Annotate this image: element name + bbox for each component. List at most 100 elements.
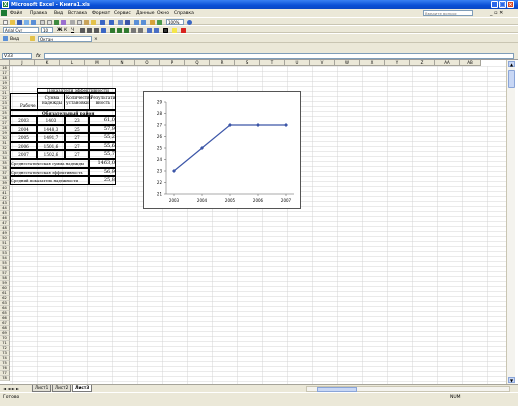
email-icon[interactable] bbox=[31, 19, 36, 25]
bold-button[interactable]: Ж bbox=[57, 28, 63, 33]
fx-icon[interactable]: fx bbox=[36, 53, 41, 59]
menu-tools[interactable]: Сервис bbox=[114, 11, 131, 16]
explorer-field[interactable]: Октан bbox=[38, 36, 92, 42]
toolbar-gap bbox=[0, 43, 518, 52]
col-year-label: Рабоче bbox=[20, 103, 36, 108]
menu-view[interactable]: Вид bbox=[54, 11, 63, 16]
format-painter-icon[interactable] bbox=[91, 19, 96, 25]
percent-icon[interactable] bbox=[117, 27, 122, 33]
line-chart[interactable]: 21 22 23 24 25 26 27 28 29 2003 2004 2005 2006 2007 bbox=[143, 91, 301, 209]
underline-button[interactable]: Ч bbox=[71, 28, 74, 33]
menu-help[interactable]: Справка bbox=[174, 11, 194, 16]
table-cell-sum: 1403 bbox=[45, 118, 57, 123]
y-tick-label: 25 bbox=[157, 146, 163, 151]
menu-format[interactable]: Формат bbox=[92, 11, 110, 16]
col-result-label: Результативность bbox=[90, 95, 116, 105]
status-bar: Готово NUM bbox=[0, 392, 518, 406]
spelling-icon[interactable] bbox=[54, 19, 59, 25]
menu-edit[interactable]: Правка bbox=[30, 11, 47, 16]
row-header[interactable]: 78 bbox=[0, 376, 10, 381]
tab-sheet3[interactable]: Лист3 bbox=[72, 385, 93, 392]
merge-center-icon[interactable] bbox=[101, 27, 106, 33]
decrease-indent-icon[interactable] bbox=[147, 27, 152, 33]
research-icon[interactable] bbox=[61, 19, 66, 25]
fill-color-icon[interactable] bbox=[172, 27, 177, 33]
status-num: NUM bbox=[450, 395, 461, 400]
currency-icon[interactable] bbox=[110, 27, 115, 33]
name-box[interactable]: V33 bbox=[2, 53, 32, 59]
hyperlink-icon[interactable] bbox=[118, 19, 123, 25]
table-cell-year: 2006 bbox=[18, 143, 29, 149]
align-right-icon[interactable] bbox=[94, 27, 99, 33]
y-tick-label: 21 bbox=[157, 192, 163, 197]
help-icon[interactable] bbox=[187, 19, 192, 25]
menu-data[interactable]: Данные bbox=[136, 11, 154, 16]
permission-icon[interactable] bbox=[24, 19, 29, 25]
y-tick-label: 23 bbox=[157, 169, 163, 174]
undo-icon[interactable] bbox=[100, 19, 105, 25]
autosum-icon[interactable] bbox=[125, 19, 130, 25]
table-cell-year: 2005 bbox=[18, 135, 29, 140]
menu-insert[interactable]: Вставка bbox=[68, 11, 87, 16]
tab-sheet2[interactable]: Лист2 bbox=[52, 385, 72, 392]
col-sum-label: Сумма надежды bbox=[41, 95, 63, 105]
comma-style-icon[interactable] bbox=[124, 27, 129, 33]
print-icon[interactable] bbox=[40, 19, 45, 25]
formula-input[interactable] bbox=[44, 53, 514, 59]
align-left-icon[interactable] bbox=[80, 27, 85, 33]
maximize-button[interactable]: □ bbox=[499, 1, 506, 8]
summary-value: 1463,0 bbox=[97, 160, 116, 166]
close-button[interactable]: × bbox=[507, 1, 514, 8]
table-cell-res: 61,0 bbox=[103, 117, 115, 123]
drawing-icon[interactable] bbox=[157, 19, 162, 25]
font-color-icon[interactable] bbox=[181, 27, 186, 33]
x-tick-label: 2005 bbox=[225, 198, 236, 203]
print-preview-icon[interactable] bbox=[47, 19, 52, 25]
workbook-icon[interactable] bbox=[1, 10, 7, 16]
chart-wizard-icon[interactable] bbox=[150, 19, 155, 25]
table-cell-sum: 1491,7 bbox=[43, 135, 59, 140]
increase-decimal-icon[interactable] bbox=[131, 27, 136, 33]
x-tick-label: 2006 bbox=[253, 198, 264, 203]
table-cell-qty: 27 bbox=[74, 152, 80, 157]
copy-icon[interactable] bbox=[77, 19, 82, 25]
align-center-icon[interactable] bbox=[87, 27, 92, 33]
sort-descending-icon[interactable] bbox=[141, 19, 146, 25]
menu-file[interactable]: Файл bbox=[10, 11, 22, 16]
redo-icon[interactable] bbox=[109, 19, 114, 25]
folder-icon[interactable] bbox=[30, 36, 35, 41]
sort-ascending-icon[interactable] bbox=[134, 19, 139, 25]
document-window-controls[interactable]: _ ▫ ✕ bbox=[490, 10, 503, 16]
scroll-down-arrow[interactable]: ▼ bbox=[508, 377, 515, 383]
y-tick-label: 28 bbox=[157, 111, 163, 116]
cut-icon[interactable] bbox=[70, 19, 75, 25]
save-icon[interactable] bbox=[17, 19, 22, 25]
y-tick-label: 27 bbox=[157, 123, 163, 128]
explorer-close-icon[interactable]: × bbox=[94, 37, 98, 42]
borders-icon[interactable] bbox=[163, 27, 168, 33]
vertical-scrollbar[interactable]: ▲ ▼ bbox=[506, 60, 515, 384]
italic-button[interactable]: К bbox=[64, 28, 67, 33]
scroll-up-arrow[interactable]: ▲ bbox=[508, 61, 515, 67]
summary-value: 56,9 bbox=[103, 168, 115, 175]
tab-navigation-arrows[interactable]: ◄ ◄ ► ► bbox=[3, 386, 19, 391]
open-icon[interactable] bbox=[10, 19, 15, 25]
minimize-button[interactable]: _ bbox=[491, 1, 498, 8]
paste-icon[interactable] bbox=[84, 19, 89, 25]
summary-label: Среднестатическая эффективность bbox=[11, 169, 83, 175]
vertical-scroll-thumb[interactable] bbox=[508, 70, 515, 88]
decrease-decimal-icon[interactable] bbox=[138, 27, 143, 33]
y-tick-label: 26 bbox=[157, 134, 163, 139]
table-cell-res: 55,7 bbox=[103, 151, 115, 157]
table-cell-qty: 23 bbox=[74, 118, 80, 123]
help-search-input[interactable]: Введите вопрос bbox=[423, 10, 473, 16]
new-icon[interactable] bbox=[3, 19, 8, 25]
excel-app-icon[interactable]: X bbox=[2, 1, 9, 8]
menu-window[interactable]: Окно bbox=[157, 11, 169, 16]
explorer-icon[interactable] bbox=[3, 36, 8, 41]
tab-sheet1[interactable]: Лист1 bbox=[32, 385, 52, 392]
status-ready: Готово bbox=[3, 395, 20, 400]
increase-indent-icon[interactable] bbox=[154, 27, 159, 33]
y-tick-label: 29 bbox=[157, 100, 163, 105]
sheet-tabs-bar: ◄ ◄ ► ► Лист1 Лист2 Лист3 bbox=[0, 384, 518, 392]
